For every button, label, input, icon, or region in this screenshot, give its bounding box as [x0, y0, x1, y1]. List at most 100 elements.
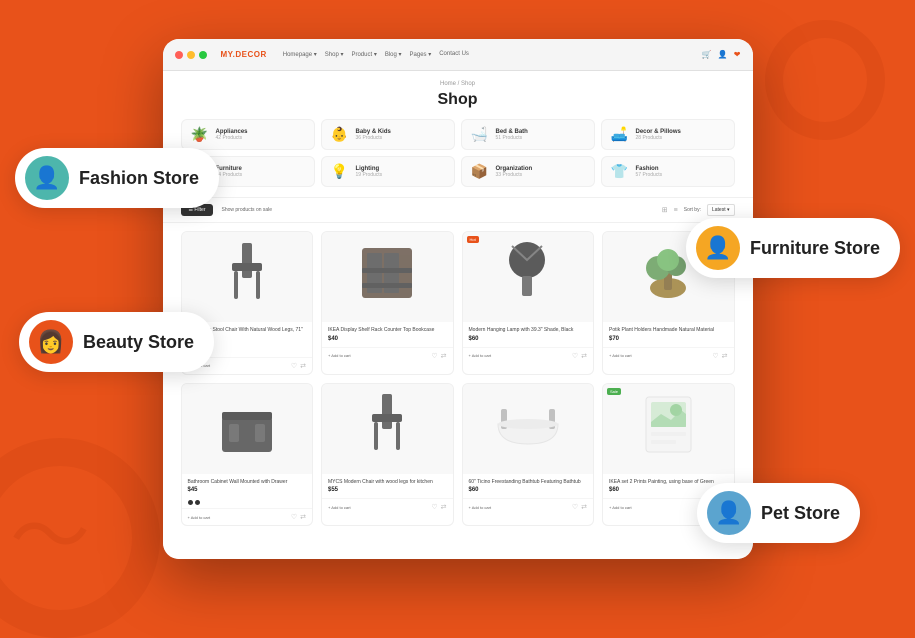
cat-icon: 👶	[330, 126, 350, 143]
filter-sale-label: Show products on sale	[221, 207, 272, 213]
nav-product[interactable]: Product ▾	[351, 51, 376, 58]
category-card-1[interactable]: 👶 Baby & Kids 36 Products	[321, 119, 455, 150]
product-image[interactable]	[182, 232, 313, 322]
category-card-5[interactable]: 💡 Lighting 19 Products	[321, 156, 455, 187]
color-dot	[195, 500, 200, 505]
category-grid: 🪴 Appliances 42 Products 👶 Baby & Kids 3…	[163, 119, 753, 197]
product-name: Modern Hanging Lamp with 39.3" Shade, Bl…	[469, 327, 588, 334]
compare-icon[interactable]: ⇄	[441, 352, 447, 360]
category-card-7[interactable]: 👕 Fashion 57 Products	[601, 156, 735, 187]
products-grid: Height Bar Stool Chair With Natural Wood…	[163, 231, 753, 542]
product-actions: + Add to cart ♡ ⇄	[463, 347, 594, 364]
pet-store-avatar: 👤	[707, 491, 751, 535]
product-icon	[222, 238, 272, 317]
cat-icon: 🛋️	[610, 126, 630, 143]
grid-view-icon[interactable]: ⊞	[662, 206, 668, 214]
product-actions: + Add to cart ♡ ⇄	[463, 498, 594, 515]
heart-icon[interactable]: ♡	[431, 352, 437, 360]
product-icon	[357, 243, 417, 312]
cat-icon: 👕	[610, 163, 630, 180]
heart-icon[interactable]: ♡	[291, 513, 297, 521]
beauty-store-badge[interactable]: 👩 Beauty Store	[19, 312, 214, 372]
category-card-3[interactable]: 🛋️ Decor & Pillows 28 Products	[601, 119, 735, 150]
heart-icon[interactable]: ♡	[431, 503, 437, 511]
cat-count: 42 Products	[216, 135, 248, 141]
product-card-5: MYCS Modern Chair with wood legs for kit…	[321, 383, 454, 527]
nav-homepage[interactable]: Homepage ▾	[283, 51, 317, 58]
browser-content: Home / Shop Shop 🪴 Appliances 42 Product…	[163, 71, 753, 559]
browser-bar: MY.DECOR Homepage ▾ Shop ▾ Product ▾ Blo…	[163, 39, 753, 71]
wishlist-icons: ♡ ⇄	[712, 352, 727, 360]
sort-select[interactable]: Latest ▾	[707, 204, 735, 216]
product-actions: + Add to cart ♡ ⇄	[322, 347, 453, 364]
filter-bar: ☰ Filter Show products on sale ⊞ ≡ Sort …	[163, 197, 753, 223]
cat-name: Organization	[496, 166, 533, 172]
product-price: $60	[469, 487, 588, 493]
product-actions: + Add to cart ♡ ⇄	[182, 508, 313, 525]
product-image[interactable]: Hot	[463, 232, 594, 322]
cat-info: Bed & Bath 51 Products	[496, 129, 528, 141]
cat-icon: 🪴	[190, 126, 210, 143]
cat-info: Lighting 19 Products	[356, 166, 383, 178]
cat-info: Appliances 42 Products	[216, 129, 248, 141]
cart-icon[interactable]: 🛒	[702, 50, 712, 59]
cat-count: 57 Products	[636, 172, 663, 178]
add-to-cart-link[interactable]: + Add to cart	[328, 505, 351, 510]
nav-blog[interactable]: Blog ▾	[385, 51, 402, 58]
heart-icon[interactable]: ♡	[572, 503, 578, 511]
product-image[interactable]	[322, 232, 453, 322]
product-image[interactable]	[182, 384, 313, 474]
add-to-cart-link[interactable]: + Add to cart	[609, 353, 632, 358]
category-card-2[interactable]: 🛁 Bed & Bath 51 Products	[461, 119, 595, 150]
wishlist-icons: ♡ ⇄	[291, 513, 306, 521]
compare-icon[interactable]: ⇄	[581, 503, 587, 511]
product-image[interactable]	[463, 384, 594, 474]
product-badge: Hot	[467, 236, 479, 243]
heart-icon[interactable]: ♡	[291, 362, 297, 370]
product-name: Potik Plant Holders Handmade Natural Mat…	[609, 327, 728, 334]
list-view-icon[interactable]: ≡	[674, 207, 678, 214]
product-image[interactable]: Sale	[603, 384, 734, 474]
cat-info: Fashion 57 Products	[636, 166, 663, 178]
heart-icon[interactable]: ♡	[712, 352, 718, 360]
compare-icon[interactable]: ⇄	[722, 352, 728, 360]
furniture-store-badge[interactable]: 👤 Furniture Store	[686, 218, 900, 278]
cat-icon: 📦	[470, 163, 490, 180]
product-price: $55	[328, 487, 447, 493]
product-name: IKEA Display Shelf Rack Counter Top Book…	[328, 327, 447, 334]
cat-name: Baby & Kids	[356, 129, 391, 135]
cat-count: 33 Products	[496, 172, 533, 178]
nav-contact[interactable]: Contact Us	[439, 51, 469, 58]
add-to-cart-link[interactable]: + Add to cart	[328, 353, 351, 358]
category-card-6[interactable]: 📦 Organization 33 Products	[461, 156, 595, 187]
compare-icon[interactable]: ⇄	[300, 513, 306, 521]
nav-pages[interactable]: Pages ▾	[410, 51, 432, 58]
product-name: IKEA set 2 Prints Painting, using base o…	[609, 479, 728, 486]
cat-name: Furniture	[216, 166, 243, 172]
add-to-cart-link[interactable]: + Add to cart	[188, 515, 211, 520]
add-to-cart-link[interactable]: + Add to cart	[469, 353, 492, 358]
compare-icon[interactable]: ⇄	[581, 352, 587, 360]
compare-icon[interactable]: ⇄	[300, 362, 306, 370]
color-dots	[182, 498, 313, 508]
nav-shop[interactable]: Shop ▾	[325, 51, 344, 58]
wishlist-icon[interactable]: ❤	[734, 50, 741, 59]
cat-count: 51 Products	[496, 135, 528, 141]
browser-dots	[175, 51, 207, 59]
color-dot	[188, 500, 193, 505]
fashion-store-badge[interactable]: 👤 Fashion Store	[15, 148, 219, 208]
product-image[interactable]	[322, 384, 453, 474]
pet-store-badge[interactable]: 👤 Pet Store	[697, 483, 860, 543]
product-card-4: Bathroom Cabinet Wall Mounted with Drawe…	[181, 383, 314, 527]
cat-icon: 🛁	[470, 126, 490, 143]
category-card-0[interactable]: 🪴 Appliances 42 Products	[181, 119, 315, 150]
cat-name: Fashion	[636, 166, 663, 172]
add-to-cart-link[interactable]: + Add to cart	[609, 505, 632, 510]
user-icon[interactable]: 👤	[718, 50, 728, 59]
heart-icon[interactable]: ♡	[572, 352, 578, 360]
compare-icon[interactable]: ⇄	[441, 503, 447, 511]
bg-squiggle: 〜	[10, 472, 90, 588]
add-to-cart-link[interactable]: + Add to cart	[469, 505, 492, 510]
product-icon	[500, 238, 555, 317]
furniture-store-label: Furniture Store	[750, 238, 880, 259]
